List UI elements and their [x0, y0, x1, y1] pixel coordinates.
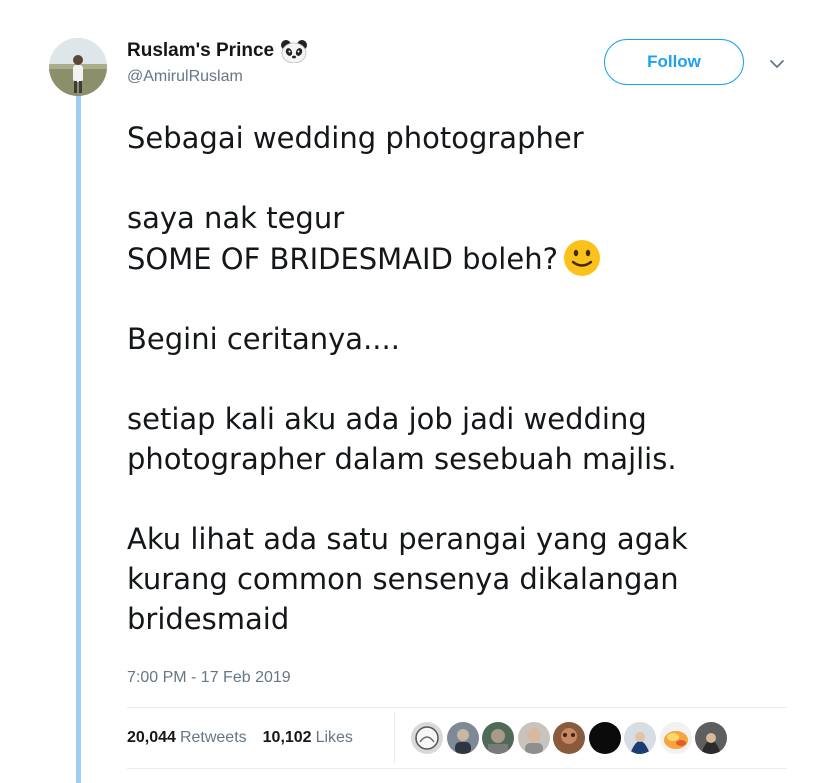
- avatar[interactable]: [49, 38, 107, 96]
- liker-avatar[interactable]: [517, 722, 550, 754]
- likes-stat[interactable]: 10,102 Likes: [263, 729, 353, 747]
- divider: [127, 768, 787, 769]
- tweet-paragraph: saya nak tegur SOME OF BRIDESMAID boleh?: [127, 198, 787, 279]
- tweet-line: kurang common sensenya dikalangan: [127, 562, 679, 596]
- liker-avatars: [411, 722, 731, 754]
- tweet-stats: 20,044 Retweets 10,102 Likes: [127, 708, 369, 768]
- retweets-count: 20,044: [127, 729, 176, 746]
- tweet-paragraph: Aku lihat ada satu perangai yang agak ku…: [127, 519, 787, 639]
- liker-avatar[interactable]: [446, 722, 479, 754]
- tweet-line: Sebagai wedding photographer: [127, 121, 584, 155]
- tweet-paragraph: setiap kali aku ada job jadi wedding pho…: [127, 399, 787, 479]
- tweet-line: bridesmaid: [127, 602, 290, 636]
- author-display-name[interactable]: Ruslam's Prince: [127, 40, 274, 62]
- thread-line: [76, 94, 81, 783]
- tweet-text: Sebagai wedding photographer saya nak te…: [127, 118, 787, 639]
- tweet-line: setiap kali aku ada job jadi wedding: [127, 402, 647, 436]
- liker-avatar[interactable]: [659, 722, 692, 754]
- follow-button[interactable]: Follow: [604, 39, 744, 85]
- chevron-down-icon[interactable]: [768, 58, 786, 70]
- liker-avatar[interactable]: [695, 722, 727, 754]
- author-name-row[interactable]: Ruslam's Prince: [127, 38, 308, 64]
- tweet-paragraph: Begini ceritanya....: [127, 319, 787, 359]
- likes-count: 10,102: [262, 729, 312, 746]
- tweet-line-with-emoji: SOME OF BRIDESMAID boleh?: [127, 238, 787, 279]
- liker-avatar[interactable]: [588, 722, 621, 754]
- liker-avatar[interactable]: [624, 722, 656, 754]
- tweet-line: Aku lihat ada satu perangai yang agak: [127, 522, 688, 556]
- tweet-timestamp[interactable]: 7:00 PM - 17 Feb 2019: [127, 669, 291, 687]
- liker-avatar[interactable]: [411, 722, 443, 754]
- liker-avatar[interactable]: [482, 722, 514, 754]
- liker-avatar[interactable]: [553, 722, 585, 754]
- tweet-line: SOME OF BRIDESMAID boleh?: [127, 242, 558, 276]
- likes-label: Likes: [315, 729, 353, 746]
- tweet-line: saya nak tegur: [127, 201, 345, 235]
- slightly-smiling-face-icon: [562, 238, 602, 278]
- tweet-paragraph: Sebagai wedding photographer: [127, 118, 787, 158]
- tweet-line: photographer dalam sesebuah majlis.: [127, 442, 677, 476]
- author-handle[interactable]: @AmirulRuslam: [127, 68, 243, 86]
- retweets-label: Retweets: [179, 729, 247, 746]
- retweets-stat[interactable]: 20,044 Retweets: [127, 729, 247, 747]
- panda-face-icon: [280, 39, 308, 64]
- stats-divider: [394, 712, 395, 764]
- tweet-line: Begini ceritanya....: [127, 322, 400, 356]
